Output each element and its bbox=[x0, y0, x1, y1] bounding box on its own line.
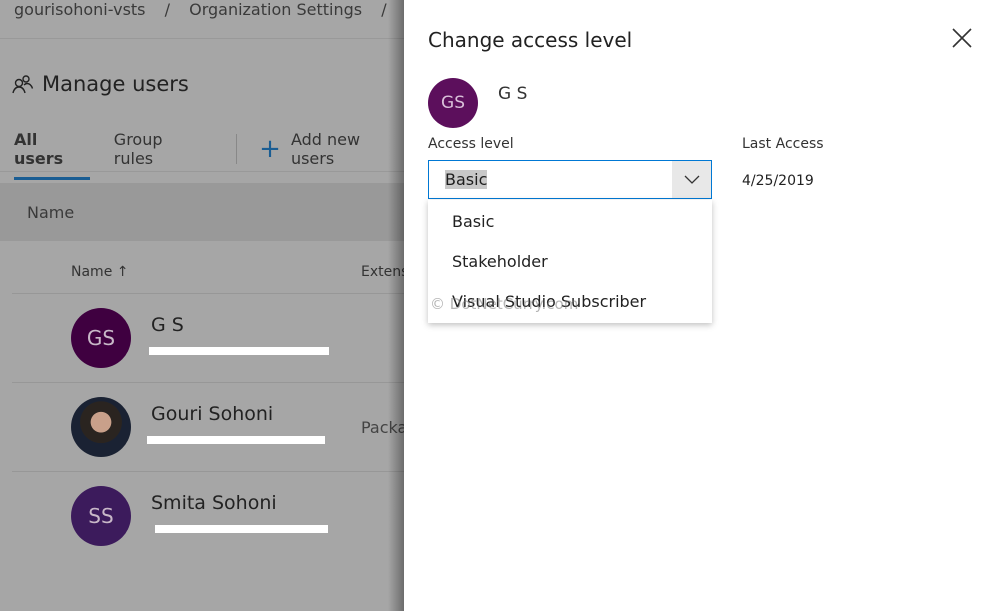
plus-icon: + bbox=[259, 134, 281, 164]
add-new-users-button[interactable]: + Add new users bbox=[259, 130, 404, 180]
divider bbox=[0, 171, 404, 172]
breadcrumb-settings[interactable]: Organization Settings bbox=[189, 0, 362, 19]
column-header-name[interactable]: Name ↑ bbox=[71, 264, 128, 280]
access-level-dropdown[interactable]: Basic bbox=[428, 160, 712, 199]
tab-group-rules[interactable]: Group rules bbox=[114, 130, 204, 180]
access-level-label: Access level bbox=[428, 136, 514, 152]
breadcrumb: gourisohoni-vsts / Organization Settings… bbox=[14, 0, 401, 19]
last-access-value: 4/25/2019 bbox=[742, 173, 814, 189]
table-row[interactable]: SS Smita Sohoni bbox=[12, 471, 404, 560]
filter-band: Name bbox=[0, 183, 404, 241]
background-page: gourisohoni-vsts / Organization Settings… bbox=[0, 0, 408, 611]
redacted-email bbox=[147, 436, 325, 444]
user-name: G S bbox=[498, 84, 528, 104]
divider bbox=[236, 134, 238, 164]
divider bbox=[0, 38, 404, 39]
chevron-down-icon bbox=[684, 175, 699, 184]
table-row[interactable]: Gouri Sohoni Packa bbox=[12, 382, 407, 471]
avatar: GS bbox=[428, 78, 478, 128]
change-access-level-panel: Change access level GS G S Access level … bbox=[404, 0, 1007, 611]
filter-name-label[interactable]: Name bbox=[27, 203, 74, 222]
breadcrumb-sep: / bbox=[381, 0, 387, 19]
page-title-text: Manage users bbox=[42, 72, 189, 96]
option-basic[interactable]: Basic bbox=[428, 200, 712, 240]
close-icon[interactable] bbox=[950, 26, 974, 50]
access-level-value: Basic bbox=[445, 170, 488, 189]
user-name: Gouri Sohoni bbox=[151, 403, 274, 425]
panel-title: Change access level bbox=[428, 28, 633, 52]
redacted-email bbox=[155, 525, 328, 533]
tab-all-users[interactable]: All users bbox=[14, 130, 90, 180]
breadcrumb-sep: / bbox=[164, 0, 170, 19]
breadcrumb-org[interactable]: gourisohoni-vsts bbox=[14, 0, 146, 19]
avatar-photo bbox=[71, 397, 131, 457]
panel-shadow bbox=[388, 0, 404, 611]
avatar: SS bbox=[71, 486, 131, 546]
user-name: Smita Sohoni bbox=[151, 492, 277, 514]
access-level-options: Basic Stakeholder Visual Studio Subscrib… bbox=[428, 200, 712, 323]
redacted-email bbox=[149, 347, 329, 355]
tab-bar: All users Group rules + Add new users bbox=[14, 130, 404, 180]
option-visual-studio-subscriber[interactable]: Visual Studio Subscriber bbox=[428, 280, 712, 320]
user-name: G S bbox=[151, 314, 184, 336]
last-access-label: Last Access bbox=[742, 136, 824, 152]
option-stakeholder[interactable]: Stakeholder bbox=[428, 240, 712, 280]
page-title: Manage users bbox=[12, 72, 189, 96]
table-row[interactable]: GS G S bbox=[12, 293, 404, 382]
avatar: GS bbox=[71, 308, 131, 368]
people-icon bbox=[12, 75, 34, 94]
